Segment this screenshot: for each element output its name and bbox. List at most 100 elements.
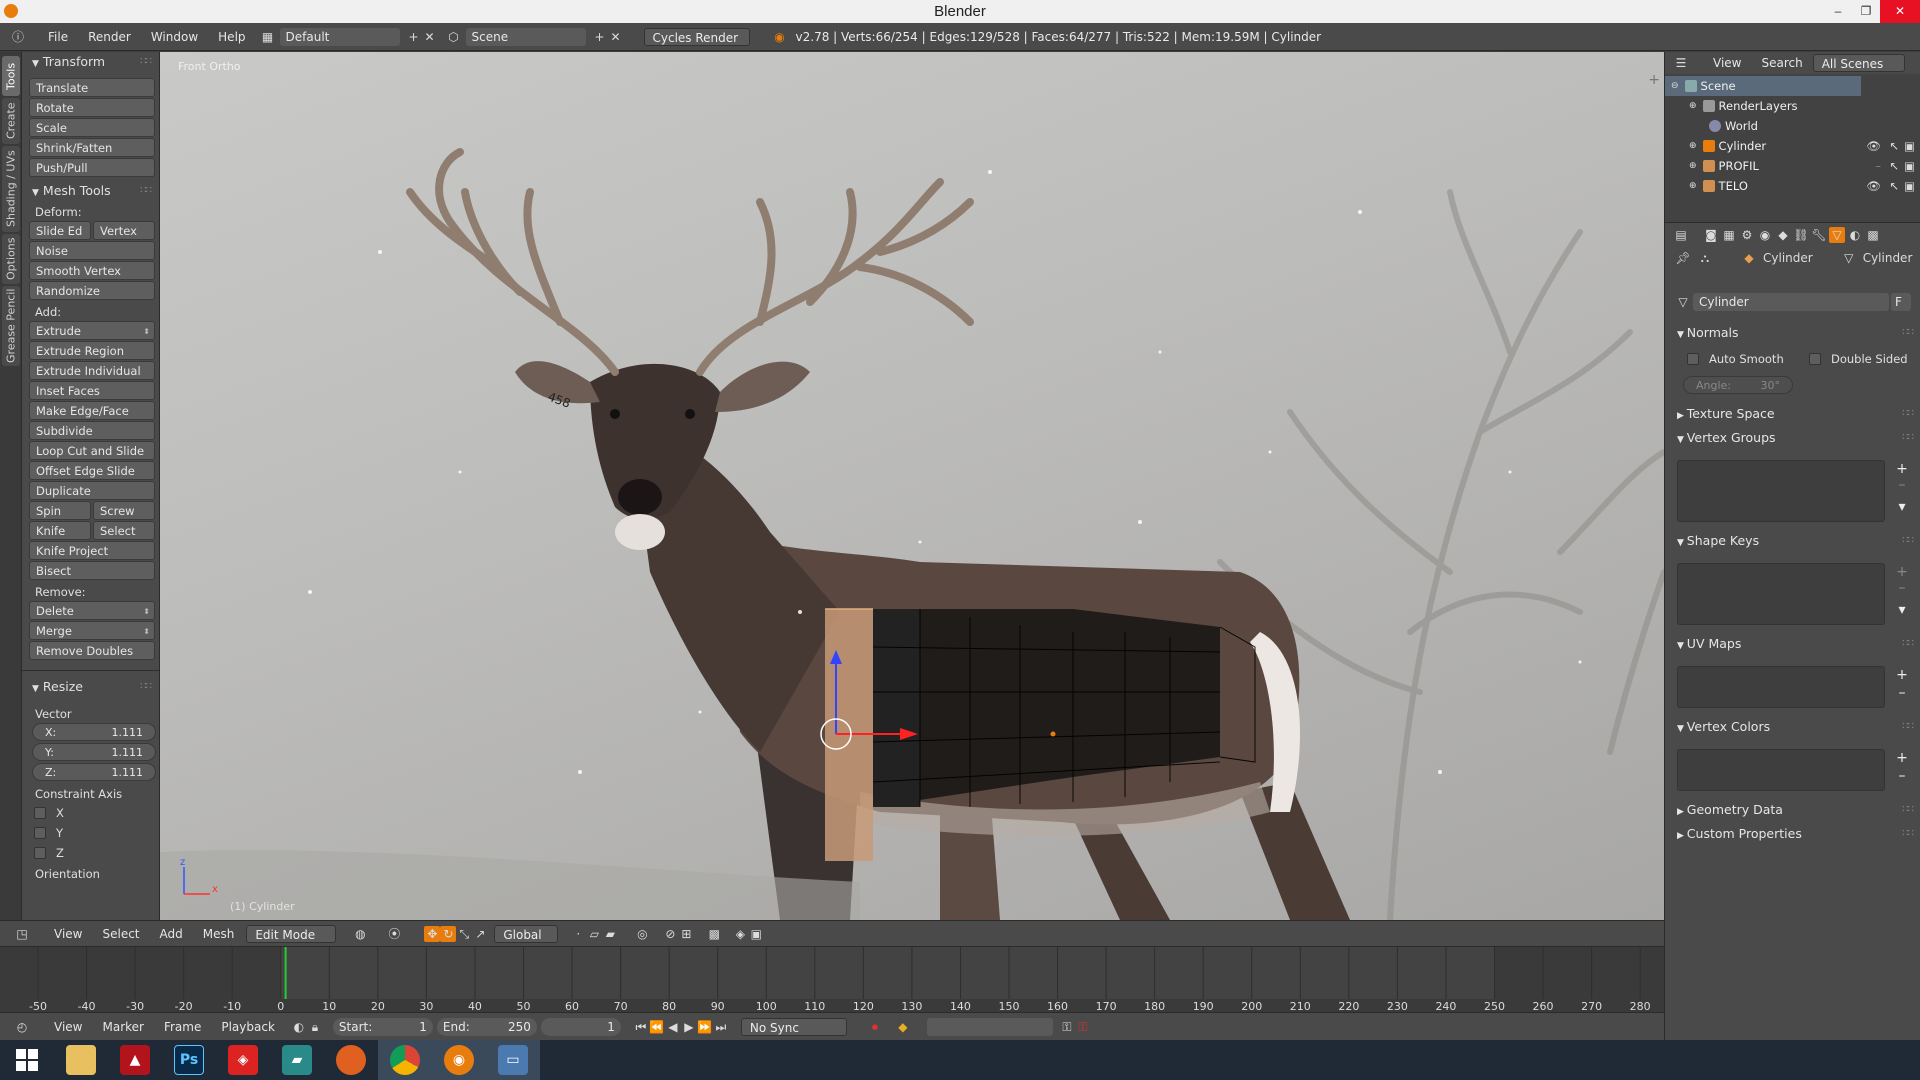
- constraints-tab-icon[interactable]: ⛓: [1793, 227, 1809, 243]
- context-data-name[interactable]: Cylinder: [1863, 251, 1913, 265]
- panel-grip-icon[interactable]: ∷∷: [140, 52, 152, 72]
- lock-icon[interactable]: 🔒︎: [307, 1019, 323, 1035]
- inset-faces-button[interactable]: Inset Faces: [29, 381, 155, 400]
- sync-dropdown[interactable]: No Sync: [740, 1017, 847, 1036]
- vertex-colors-panel-header[interactable]: ▼ Vertex Colors ∷∷: [1665, 717, 1920, 737]
- visibility-eye-icon[interactable]: 👁︎: [1866, 136, 1881, 156]
- mode-dropdown[interactable]: Edit Mode: [246, 924, 337, 943]
- opengl-render-icon[interactable]: ▣: [748, 926, 764, 942]
- subdivide-button[interactable]: Subdivide: [29, 421, 155, 440]
- jump-keyframe-back-icon[interactable]: ⏪: [649, 1019, 665, 1035]
- duplicate-button[interactable]: Duplicate: [29, 481, 155, 500]
- menu-window[interactable]: Window: [141, 30, 208, 44]
- manipulator-rotate-icon[interactable]: ↻: [440, 925, 457, 942]
- noise-button[interactable]: Noise: [29, 241, 155, 260]
- play-reverse-icon[interactable]: ◀: [665, 1019, 681, 1035]
- modifiers-tab-icon[interactable]: 🔧︎: [1811, 227, 1827, 243]
- panel-grip-icon[interactable]: ∷∷: [140, 181, 152, 201]
- panel-grip-icon[interactable]: ∷∷: [1902, 404, 1914, 424]
- snap-element-icon[interactable]: ⊞: [678, 926, 694, 942]
- scene-icon[interactable]: ⬡: [446, 29, 462, 45]
- manipulator-scale-icon[interactable]: ⤡: [456, 926, 472, 942]
- menu-playback[interactable]: Playback: [211, 1020, 285, 1034]
- knife-button[interactable]: Knife: [29, 521, 91, 540]
- material-tab-icon[interactable]: ◐: [1847, 227, 1863, 243]
- panel-grip-icon[interactable]: ∷∷: [1902, 531, 1914, 551]
- chrome-icon[interactable]: [378, 1040, 432, 1080]
- insert-keyframe-icon[interactable]: ⚿: [1059, 1019, 1075, 1035]
- shape-keys-panel-header[interactable]: ▼ Shape Keys ∷∷: [1665, 531, 1920, 551]
- screw-button[interactable]: Screw: [93, 501, 155, 520]
- selectable-cursor-icon[interactable]: ↖: [1889, 136, 1899, 156]
- render-tab-icon[interactable]: ◙: [1703, 227, 1719, 243]
- add-scene-icon[interactable]: +: [592, 29, 608, 45]
- push-pull-button[interactable]: Push/Pull: [29, 158, 155, 177]
- spin-button[interactable]: Spin: [29, 501, 91, 520]
- remove-doubles-button[interactable]: Remove Doubles: [29, 641, 155, 660]
- make-edge-face-button[interactable]: Make Edge/Face: [29, 401, 155, 420]
- loop-cut-button[interactable]: Loop Cut and Slide: [29, 441, 155, 460]
- restore-button[interactable]: ❐: [1852, 0, 1880, 23]
- keying-set-field[interactable]: [926, 1017, 1053, 1036]
- render-engine-dropdown[interactable]: Cycles Render: [643, 27, 750, 46]
- outliner-item-renderlayers[interactable]: ⊕ RenderLayers: [1665, 96, 1920, 116]
- layer-icon[interactable]: ▩: [706, 926, 722, 942]
- remove-vertex-color-button[interactable]: –: [1893, 769, 1911, 783]
- pin-icon[interactable]: 📌︎: [1675, 250, 1691, 266]
- end-frame-field[interactable]: End: 250: [436, 1017, 537, 1036]
- menu-select[interactable]: Select: [92, 927, 149, 941]
- outliner-filter-dropdown[interactable]: All Scenes: [1812, 54, 1905, 72]
- remove-scene-icon[interactable]: ✕: [608, 29, 624, 45]
- delete-keyframe-icon[interactable]: ⚿: [1075, 1019, 1091, 1035]
- renderable-camera-icon[interactable]: ▣: [1904, 156, 1915, 176]
- geometry-data-panel-header[interactable]: ▶ Geometry Data ∷∷: [1665, 800, 1920, 820]
- tab-shading-uvs[interactable]: Shading / UVs: [2, 146, 20, 232]
- scene-field[interactable]: Scene: [465, 27, 586, 46]
- app-5-icon[interactable]: ▰: [270, 1040, 324, 1080]
- expand-icon[interactable]: ⊕: [1689, 136, 1697, 156]
- menu-view[interactable]: View: [44, 1020, 92, 1034]
- manipulator-translate-icon[interactable]: ✥: [424, 925, 441, 942]
- expand-icon[interactable]: ⊕: [1689, 156, 1697, 176]
- visibility-eye-icon[interactable]: –: [1875, 156, 1881, 176]
- transform-orientation-dropdown[interactable]: Global: [494, 924, 559, 943]
- object-tab-icon[interactable]: ◆: [1775, 227, 1791, 243]
- remove-layout-icon[interactable]: ✕: [422, 29, 438, 45]
- layout-icon[interactable]: ▦: [260, 29, 276, 45]
- renderable-camera-icon[interactable]: ▣: [1904, 176, 1915, 196]
- context-object-name[interactable]: Cylinder: [1763, 251, 1813, 265]
- vertex-groups-list[interactable]: [1677, 460, 1885, 522]
- jump-start-icon[interactable]: ⏮: [633, 1019, 649, 1035]
- editor-type-icon[interactable]: ◳: [14, 926, 30, 942]
- vertex-groups-panel-header[interactable]: ▼ Vertex Groups ∷∷: [1665, 428, 1920, 448]
- render-icon[interactable]: ◈: [732, 926, 748, 942]
- jump-keyframe-forward-icon[interactable]: ⏩: [697, 1019, 713, 1035]
- vector-x-field[interactable]: X: 1.111: [32, 723, 156, 741]
- add-shape-key-button[interactable]: +: [1893, 565, 1911, 579]
- info-editor-icon[interactable]: ⓘ: [10, 29, 26, 45]
- tab-grease-pencil[interactable]: Grease Pencil: [2, 286, 20, 366]
- custom-properties-panel-header[interactable]: ▶ Custom Properties ∷∷: [1665, 824, 1920, 844]
- panel-grip-icon[interactable]: ∷∷: [1902, 428, 1914, 448]
- tab-options[interactable]: Options: [2, 234, 20, 284]
- normals-panel-header[interactable]: ▼ Normals ∷∷: [1665, 323, 1920, 343]
- bisect-button[interactable]: Bisect: [29, 561, 155, 580]
- add-uv-map-button[interactable]: +: [1893, 668, 1911, 682]
- menu-view[interactable]: View: [44, 927, 92, 941]
- edge-select-icon[interactable]: ▱: [586, 926, 602, 942]
- outliner[interactable]: ⊖ Scene ⊕ RenderLayers World ⊕ Cylinder …: [1664, 74, 1920, 222]
- panel-grip-icon[interactable]: ∷∷: [1902, 634, 1914, 654]
- offset-edge-slide-button[interactable]: Offset Edge Slide: [29, 461, 155, 480]
- outliner-item-telo[interactable]: ⊕ TELO 👁︎ ↖ ▣: [1665, 176, 1920, 196]
- snap-icon[interactable]: ⊘: [662, 926, 678, 942]
- timeline-editor[interactable]: -50 -40 -30 -20 -10 0 10 20 30 40 50 60 70 80 90 100 110…: [0, 946, 1664, 1012]
- windows-start-icon[interactable]: [0, 1040, 54, 1080]
- slide-edge-button[interactable]: Slide Ed: [29, 221, 91, 240]
- viewport-plus-icon[interactable]: +: [1648, 72, 1660, 88]
- add-vertex-group-button[interactable]: +: [1893, 462, 1911, 476]
- render-layers-tab-icon[interactable]: ▦: [1721, 227, 1737, 243]
- knife-select-button[interactable]: Select: [93, 521, 155, 540]
- screen-layout-field[interactable]: Default: [279, 27, 400, 46]
- outliner-menu-view[interactable]: View: [1703, 56, 1751, 70]
- expand-icon[interactable]: ⊕: [1689, 96, 1697, 116]
